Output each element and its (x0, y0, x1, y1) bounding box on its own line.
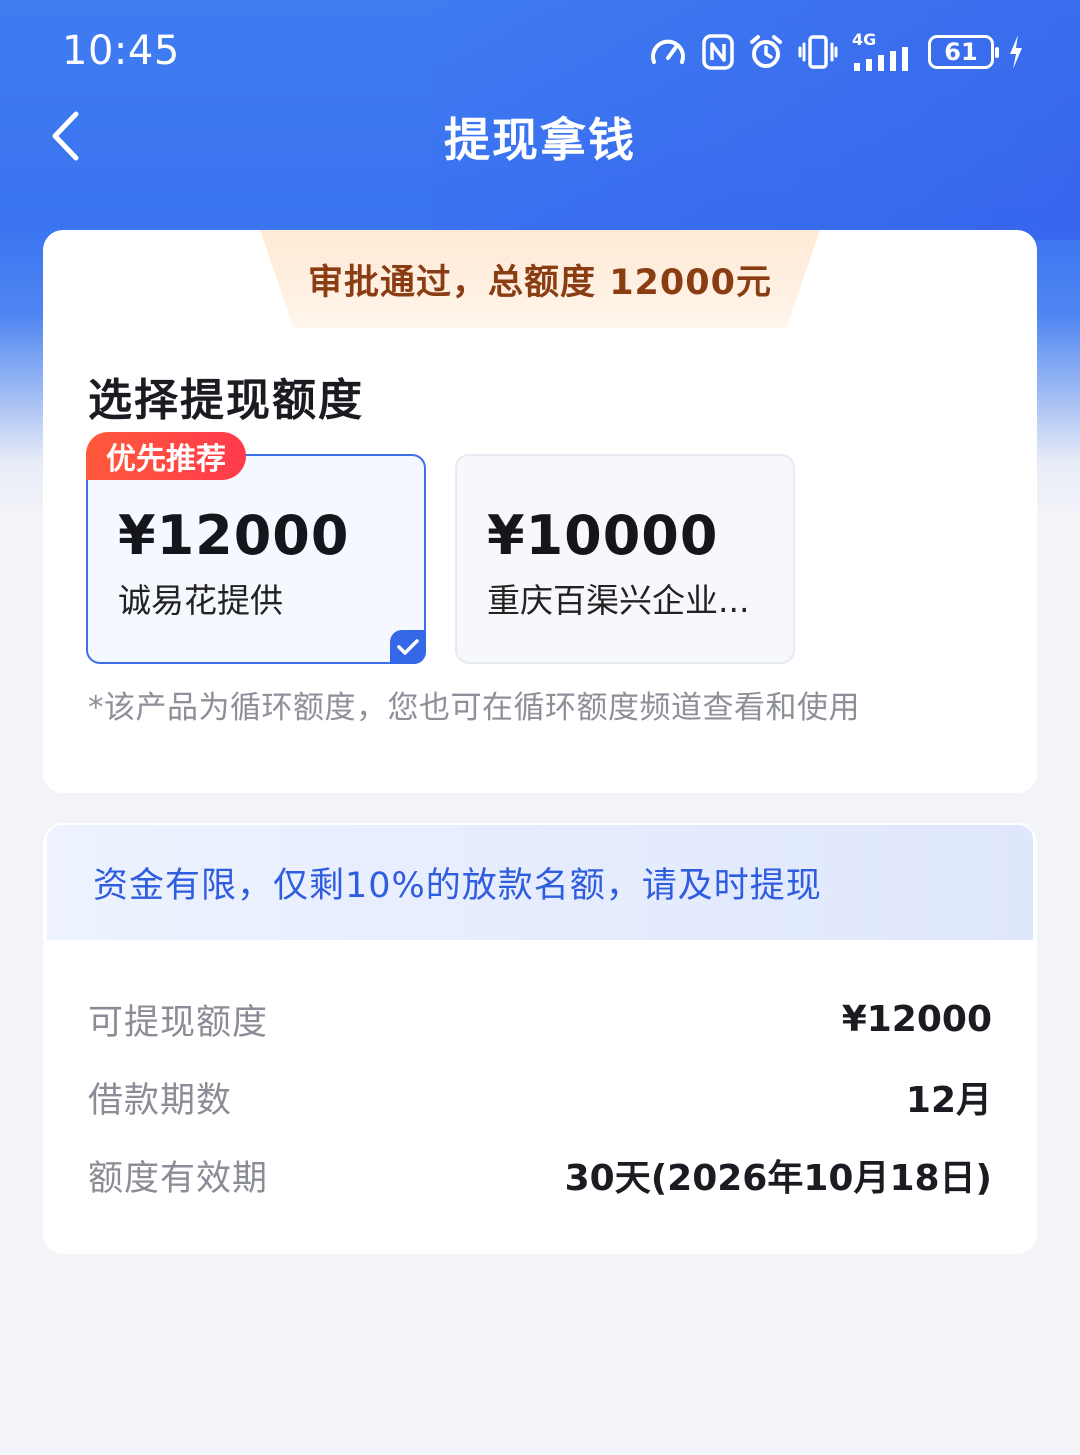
nav-bar: 提现拿钱 (0, 100, 1080, 172)
detail-value: ¥12000 (841, 998, 992, 1040)
option-amount: ¥12000 (118, 504, 350, 567)
detail-label: 额度有效期 (88, 1158, 269, 1199)
option-provider: 重庆百渠兴企业... (487, 581, 750, 620)
detail-value: 30天(2026年10月18日) (564, 1158, 992, 1199)
page-title: 提现拿钱 (444, 113, 636, 167)
alarm-icon (748, 34, 784, 70)
detail-row-validity: 额度有效期 30天(2026年10月18日) (88, 1145, 992, 1205)
footnote-text: *该产品为循环额度，您也可在循环额度频道查看和使用 (88, 690, 860, 726)
approval-text: 审批通过，总额度 12000元 (308, 262, 772, 303)
option-provider: 诚易花提供 (118, 581, 283, 620)
section-title: 选择提现额度 (88, 375, 364, 426)
notice-banner: 资金有限，仅剩10%的放款名额，请及时提现 (47, 825, 1033, 940)
speedometer-icon (648, 34, 688, 70)
withdraw-amount-card: 审批通过，总额度 12000元 选择提现额度 优先推荐 ¥12000 诚易花提供… (43, 230, 1037, 793)
amount-option-12000[interactable]: 优先推荐 ¥12000 诚易花提供 (86, 432, 426, 664)
detail-label: 借款期数 (88, 1080, 233, 1121)
option-amount: ¥10000 (487, 504, 719, 567)
approval-banner: 审批通过，总额度 12000元 (260, 230, 820, 328)
checkmark-icon (390, 630, 426, 664)
detail-label: 可提现额度 (88, 1002, 269, 1043)
status-bar: 10:45 4G 61 (0, 0, 1080, 100)
vibrate-icon (798, 34, 838, 70)
charging-icon (1008, 35, 1024, 69)
status-time: 10:45 (62, 28, 180, 74)
signal-icon: 4G (852, 32, 914, 71)
detail-value: 12月 (905, 1080, 992, 1121)
battery-icon: 61 (928, 35, 999, 69)
amount-option-10000[interactable]: ¥10000 重庆百渠兴企业... (455, 454, 795, 664)
detail-row-term: 借款期数 12月 (88, 1067, 992, 1127)
nfc-icon (702, 34, 734, 70)
detail-row-available: 可提现额度 ¥12000 (88, 989, 992, 1049)
status-icons: 4G 61 (648, 30, 1024, 74)
recommend-badge: 优先推荐 (86, 432, 246, 480)
notice-text: 资金有限，仅剩10%的放款名额，请及时提现 (93, 866, 822, 906)
loan-details-card: 资金有限，仅剩10%的放款名额，请及时提现 可提现额度 ¥12000 借款期数 … (43, 823, 1037, 1254)
